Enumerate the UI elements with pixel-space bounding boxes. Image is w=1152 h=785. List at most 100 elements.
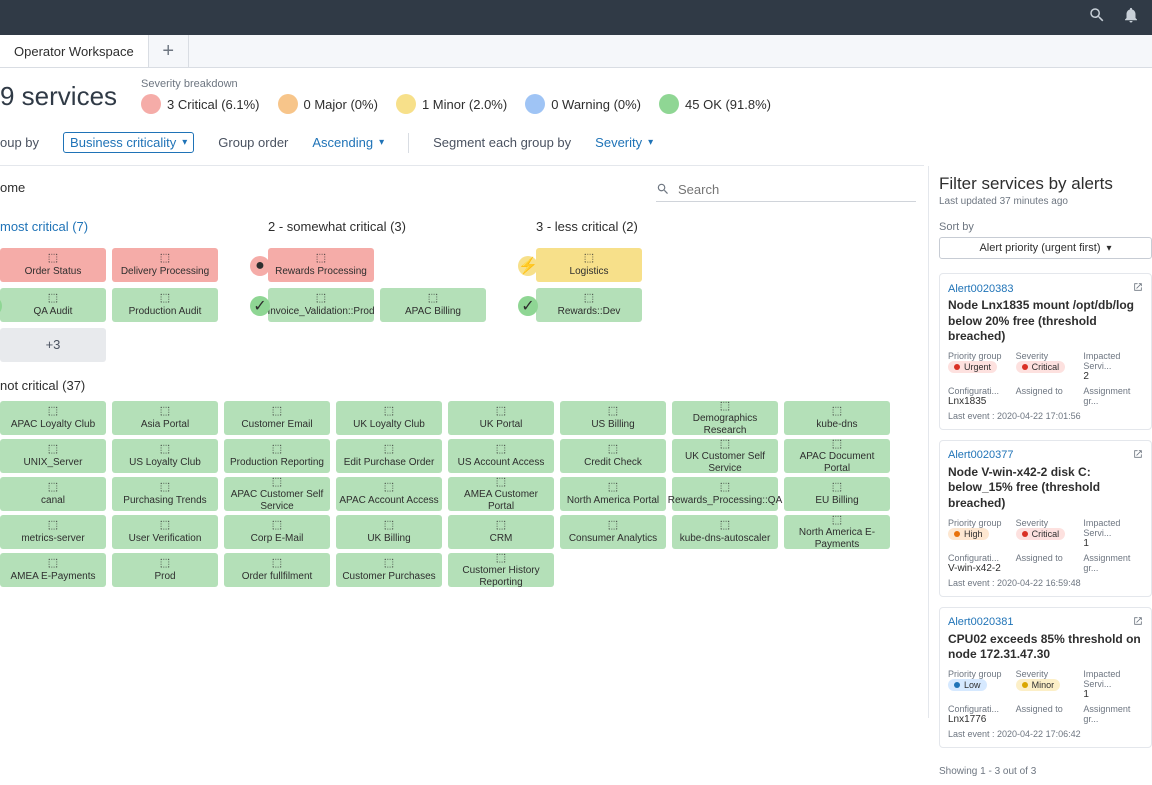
- filter-updated: Last updated 37 minutes ago: [939, 196, 1152, 207]
- service-card[interactable]: ⬚APAC Account Access: [336, 477, 442, 511]
- services-panel: ome most critical (7) ● ⬚Order Status⬚Del…: [0, 166, 928, 718]
- alert-last-event: Last event : 2020-04-22 17:06:42: [948, 729, 1143, 739]
- groupby-dropdown[interactable]: Business criticality: [63, 132, 194, 153]
- service-card[interactable]: ⬚North America Portal: [560, 477, 666, 511]
- service-card[interactable]: ⬚Delivery Processing: [112, 248, 218, 282]
- service-card[interactable]: ⬚Production Reporting: [224, 439, 330, 473]
- ok-icon: ✓: [518, 296, 538, 316]
- filter-panel: Filter services by alerts Last updated 3…: [928, 166, 1152, 718]
- tab-operator-workspace[interactable]: Operator Workspace: [0, 35, 149, 67]
- minor-icon: ⚡: [518, 256, 538, 276]
- open-external-icon[interactable]: [1133, 282, 1143, 295]
- service-card[interactable]: ⬚QA Audit: [0, 288, 106, 322]
- service-card[interactable]: ⬚Rewards_Processing::QA: [672, 477, 778, 511]
- service-card[interactable]: ⬚canal: [0, 477, 106, 511]
- alert-title: Node V-win-x42-2 disk C: below_15% free …: [948, 465, 1143, 512]
- service-card[interactable]: ⬚Asia Portal: [112, 401, 218, 435]
- service-card[interactable]: ⬚Rewards Processing: [268, 248, 374, 282]
- service-card[interactable]: ⬚UK Loyalty Club: [336, 401, 442, 435]
- alert-last-event: Last event : 2020-04-22 17:01:56: [948, 411, 1143, 421]
- service-card[interactable]: ⬚Customer Purchases: [336, 553, 442, 587]
- service-card[interactable]: ⬚AMEA E-Payments: [0, 553, 106, 587]
- segment-dropdown[interactable]: Severity: [595, 135, 653, 150]
- service-card[interactable]: ⬚Customer History Reporting: [448, 553, 554, 587]
- group-not-critical[interactable]: not critical (37): [0, 378, 916, 393]
- service-card[interactable]: ⬚Order Status: [0, 248, 106, 282]
- service-card[interactable]: ⬚Order fullfilment: [224, 553, 330, 587]
- alert-id[interactable]: Alert0020383: [948, 283, 1013, 295]
- group-less-critical[interactable]: 3 - less critical (2): [536, 219, 642, 234]
- alert-card[interactable]: Alert0020381 CPU02 exceeds 85% threshold…: [939, 607, 1152, 748]
- service-card[interactable]: ⬚CRM: [448, 515, 554, 549]
- service-card[interactable]: ⬚Corp E-Mail: [224, 515, 330, 549]
- service-card[interactable]: ⬚Consumer Analytics: [560, 515, 666, 549]
- search-input[interactable]: [678, 182, 916, 197]
- severity-item[interactable]: 45 OK (91.8%): [659, 94, 771, 114]
- severity-item[interactable]: 3 Critical (6.1%): [141, 94, 259, 114]
- service-card[interactable]: ⬚Production Audit: [112, 288, 218, 322]
- service-card[interactable]: ⬚kube-dns: [784, 401, 890, 435]
- service-card[interactable]: ⬚Rewards::Dev: [536, 288, 642, 322]
- sortby-dropdown[interactable]: Alert priority (urgent first): [939, 237, 1152, 259]
- alert-id[interactable]: Alert0020377: [948, 449, 1013, 461]
- service-card[interactable]: ⬚Demographics Research: [672, 401, 778, 435]
- open-external-icon[interactable]: [1133, 449, 1143, 462]
- search-icon[interactable]: [1088, 6, 1106, 29]
- grouporder-dropdown[interactable]: Ascending: [312, 135, 384, 150]
- service-card[interactable]: ⬚Customer Email: [224, 401, 330, 435]
- service-card[interactable]: ⬚User Verification: [112, 515, 218, 549]
- service-card[interactable]: ⬚UK Billing: [336, 515, 442, 549]
- alert-card[interactable]: Alert0020383 Node Lnx1835 mount /opt/db/…: [939, 273, 1152, 430]
- more-card[interactable]: +3: [0, 328, 106, 362]
- page-header: 9 services Severity breakdown 3 Critical…: [0, 68, 1152, 124]
- alert-title: Node Lnx1835 mount /opt/db/log below 20%…: [948, 298, 1143, 345]
- critical-icon: ●: [250, 256, 270, 276]
- service-card[interactable]: ⬚APAC Customer Self Service: [224, 477, 330, 511]
- divider: [408, 133, 409, 153]
- service-card[interactable]: ⬚Prod: [112, 553, 218, 587]
- service-card[interactable]: ⬚UK Customer Self Service: [672, 439, 778, 473]
- service-card[interactable]: ⬚North America E-Payments: [784, 515, 890, 549]
- service-card[interactable]: ⬚UNIX_Server: [0, 439, 106, 473]
- severity-breakdown-row: 3 Critical (6.1%) 0 Major (0%) 1 Minor (2.…: [141, 94, 771, 114]
- search-icon: [656, 182, 670, 196]
- search-box[interactable]: [656, 178, 916, 202]
- severity-item[interactable]: 0 Major (0%): [278, 94, 378, 114]
- service-card[interactable]: ⬚Edit Purchase Order: [336, 439, 442, 473]
- showing-text: Showing 1 - 3 out of 3: [939, 758, 1152, 785]
- groupby-label: oup by: [0, 135, 39, 150]
- severity-item[interactable]: 1 Minor (2.0%): [396, 94, 507, 114]
- severity-item[interactable]: 0 Warning (0%): [525, 94, 641, 114]
- service-card[interactable]: ⬚US Loyalty Club: [112, 439, 218, 473]
- tab-bar: Operator Workspace +: [0, 35, 1152, 68]
- open-external-icon[interactable]: [1133, 616, 1143, 629]
- service-card[interactable]: ⬚Credit Check: [560, 439, 666, 473]
- section-ome: ome: [0, 180, 25, 195]
- service-card[interactable]: ⬚UK Portal: [448, 401, 554, 435]
- alert-card[interactable]: Alert0020377 Node V-win-x42-2 disk C: be…: [939, 440, 1152, 597]
- alerts-list: Alert0020383 Node Lnx1835 mount /opt/db/…: [939, 273, 1152, 758]
- sortby-label: Sort by: [939, 221, 1152, 233]
- service-card[interactable]: ⬚Logistics: [536, 248, 642, 282]
- service-card[interactable]: ⬚metrics-server: [0, 515, 106, 549]
- service-card[interactable]: ⬚Invoice_Validation::Prod: [268, 288, 374, 322]
- bell-icon[interactable]: [1122, 6, 1140, 29]
- tab-label: Operator Workspace: [14, 44, 134, 59]
- service-card[interactable]: ⬚EU Billing: [784, 477, 890, 511]
- service-card[interactable]: ⬚Purchasing Trends: [112, 477, 218, 511]
- group-somewhat-critical[interactable]: 2 - somewhat critical (3): [268, 219, 486, 234]
- service-card[interactable]: ⬚APAC Loyalty Club: [0, 401, 106, 435]
- group-most-critical[interactable]: most critical (7): [0, 219, 218, 234]
- grouporder-label: Group order: [218, 135, 288, 150]
- service-card[interactable]: ⬚US Account Access: [448, 439, 554, 473]
- ok-icon: ✓: [250, 296, 270, 316]
- service-card[interactable]: ⬚US Billing: [560, 401, 666, 435]
- service-card[interactable]: ⬚kube-dns-autoscaler: [672, 515, 778, 549]
- service-card[interactable]: ⬚APAC Document Portal: [784, 439, 890, 473]
- not-critical-grid: ✓ ⬚APAC Loyalty Club⬚Asia Portal⬚Custome…: [0, 401, 900, 587]
- alert-id[interactable]: Alert0020381: [948, 616, 1013, 628]
- service-card[interactable]: ⬚AMEA Customer Portal: [448, 477, 554, 511]
- controls-bar: oup by Business criticality Group order …: [0, 124, 924, 166]
- service-card[interactable]: ⬚APAC Billing: [380, 288, 486, 322]
- add-tab-button[interactable]: +: [149, 35, 189, 67]
